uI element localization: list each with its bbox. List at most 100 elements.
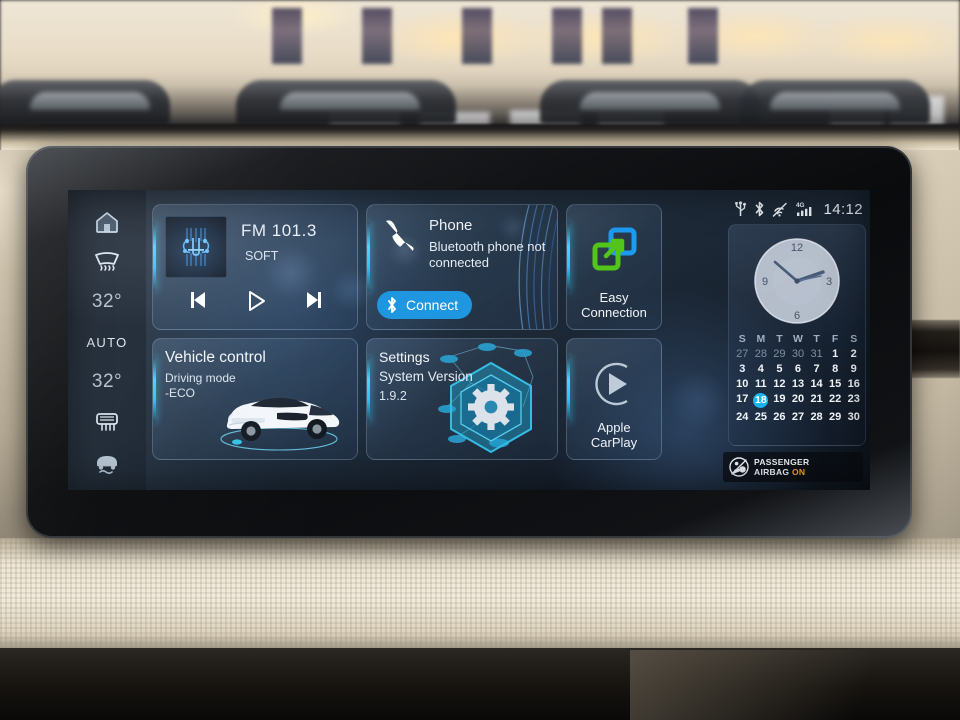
- airbag-state: ON: [792, 467, 806, 477]
- easy-connection-line1: Easy: [599, 290, 629, 305]
- calendar-day[interactable]: 10: [733, 378, 752, 390]
- calendar-day[interactable]: 23: [844, 393, 863, 408]
- phone-title: Phone: [429, 217, 473, 234]
- infotainment-display[interactable]: 32° AUTO 32° FM 101.3 SOFT Phone Bluetoo…: [68, 190, 870, 490]
- rear-defrost-icon: [96, 413, 118, 431]
- connect-button[interactable]: Connect: [377, 291, 473, 319]
- front-defrost-icon: [95, 252, 119, 271]
- calendar-day[interactable]: 15: [826, 378, 845, 390]
- card-phone[interactable]: Phone Bluetooth phone not connected Conn…: [366, 204, 558, 330]
- calendar-day[interactable]: 21: [807, 393, 826, 408]
- sidebar-item-rear-defrost[interactable]: [68, 402, 146, 442]
- media-preset-name: SOFT: [245, 249, 279, 263]
- clock-calendar-panel[interactable]: 12 3 6 9 S M T W T F S 27 28 29 30 31 1 2 3 4 5 6 7 8 9 10 11 1…: [728, 224, 866, 446]
- phone-handset-icon: [386, 220, 414, 251]
- card-vehicle-control[interactable]: Vehicle control Driving mode -ECO: [152, 338, 358, 460]
- calendar-weekday: M: [756, 333, 766, 345]
- previous-track-icon[interactable]: [188, 289, 210, 311]
- carplay-line2: CarPlay: [590, 435, 638, 450]
- sidebar-item-driver-temp[interactable]: 32°: [68, 282, 146, 322]
- calendar-day[interactable]: 1: [826, 348, 845, 360]
- easy-connection-line2: Connection: [581, 305, 647, 320]
- card-apple-carplay[interactable]: Apple CarPlay: [566, 338, 662, 460]
- airbag-line2: AIRBAG: [754, 467, 790, 477]
- calendar-day[interactable]: 17: [733, 393, 752, 408]
- settings-artwork: [438, 343, 534, 454]
- calendar-day[interactable]: 19: [770, 393, 789, 408]
- settings-version-value: 1.9.2: [379, 389, 407, 403]
- phone-status: Bluetooth phone not connected: [429, 239, 546, 270]
- airbag-line1: PASSENGER: [754, 456, 810, 467]
- dashboard-lower-trim: [0, 538, 960, 654]
- calendar-day[interactable]: 24: [733, 411, 752, 423]
- connect-button-label: Connect: [406, 297, 459, 313]
- calendar-day[interactable]: 16: [844, 378, 863, 390]
- media-controls: [153, 289, 357, 313]
- calendar-day[interactable]: 3: [733, 363, 752, 375]
- bluetooth-icon: [388, 297, 396, 313]
- calendar-day[interactable]: 26: [770, 411, 789, 423]
- settings-version-label: System Version: [379, 369, 473, 384]
- calendar-day[interactable]: 31: [807, 348, 826, 360]
- carplay-label: Apple CarPlay: [567, 420, 661, 450]
- airbag-line2-wrap: AIRBAG ON: [754, 467, 809, 478]
- calendar-day[interactable]: 27: [789, 411, 808, 423]
- calendar-day[interactable]: 4: [752, 363, 771, 375]
- easy-connection-icon-wrap: [567, 225, 661, 275]
- easy-connection-label: Easy Connection: [567, 290, 661, 320]
- status-bar: 4G 14:12: [723, 198, 863, 220]
- sidebar-item-passenger-temp[interactable]: 32°: [68, 362, 146, 402]
- calendar-day[interactable]: 28: [752, 348, 771, 360]
- calendar-day[interactable]: 11: [752, 378, 771, 390]
- passenger-airbag-indicator: PASSENGER AIRBAG ON: [723, 452, 863, 482]
- calendar-weekday: W: [793, 333, 803, 345]
- sidebar-item-home[interactable]: [68, 202, 146, 242]
- calendar-day[interactable]: 13: [789, 378, 808, 390]
- play-icon[interactable]: [244, 289, 268, 313]
- calendar-day[interactable]: 22: [826, 393, 845, 408]
- clock-numeral-6: 6: [794, 310, 800, 322]
- calendar-day[interactable]: 27: [733, 348, 752, 360]
- calendar-day[interactable]: 30: [789, 348, 808, 360]
- calendar-weekday: T: [776, 333, 783, 345]
- vehicle-control-title: Vehicle control: [165, 349, 266, 366]
- home-icon: [96, 212, 118, 233]
- easy-connection-icon: [592, 227, 637, 271]
- calendar-day[interactable]: 25: [752, 411, 771, 423]
- calendar-day[interactable]: 12: [770, 378, 789, 390]
- card-easy-connection[interactable]: Easy Connection: [566, 204, 662, 330]
- calendar-day[interactable]: 9: [844, 363, 863, 375]
- wifi-off-icon[interactable]: [772, 201, 789, 217]
- calendar-day[interactable]: 29: [826, 411, 845, 423]
- calendar-day[interactable]: 2: [844, 348, 863, 360]
- calendar-day[interactable]: 29: [770, 348, 789, 360]
- calendar-weekday: T: [813, 333, 820, 345]
- sidebar-item-auto[interactable]: AUTO: [68, 322, 146, 362]
- home-card-grid: FM 101.3 SOFT Phone Bluetooth phone not …: [152, 204, 722, 476]
- sidebar-item-front-defrost[interactable]: [68, 242, 146, 282]
- calendar-weekday: F: [831, 333, 839, 345]
- calendar-grid[interactable]: S M T W T F S 27 28 29 30 31 1 2 3 4 5 6 7 8 9 10 11 12 13 14 15 16…: [733, 333, 863, 423]
- calendar-day[interactable]: 8: [826, 363, 845, 375]
- calendar-day[interactable]: 5: [770, 363, 789, 375]
- airbag-text: PASSENGER AIRBAG ON: [754, 457, 809, 478]
- calendar-day[interactable]: 20: [789, 393, 808, 408]
- card-settings[interactable]: Settings System Version 1.9.2: [366, 338, 558, 460]
- calendar-day[interactable]: 30: [844, 411, 863, 423]
- climate-sidebar[interactable]: 32° AUTO 32°: [68, 190, 146, 490]
- airbag-icon: [729, 457, 749, 477]
- clock-numeral-9: 9: [762, 276, 768, 288]
- calendar-day[interactable]: 14: [807, 378, 826, 390]
- calendar-day[interactable]: 6: [789, 363, 808, 375]
- calendar-day[interactable]: 28: [807, 411, 826, 423]
- card-media[interactable]: FM 101.3 SOFT: [152, 204, 358, 330]
- signal-4g-icon[interactable]: 4G: [796, 201, 816, 217]
- calendar-day-today[interactable]: 18: [753, 393, 769, 408]
- vehicle-render: [220, 398, 340, 451]
- usb-icon[interactable]: [734, 201, 747, 217]
- bluetooth-icon[interactable]: [754, 201, 765, 217]
- calendar-day[interactable]: 7: [807, 363, 826, 375]
- next-track-icon[interactable]: [302, 289, 324, 311]
- sidebar-item-traction-control[interactable]: [68, 442, 146, 482]
- carplay-icon-wrap: [567, 357, 661, 411]
